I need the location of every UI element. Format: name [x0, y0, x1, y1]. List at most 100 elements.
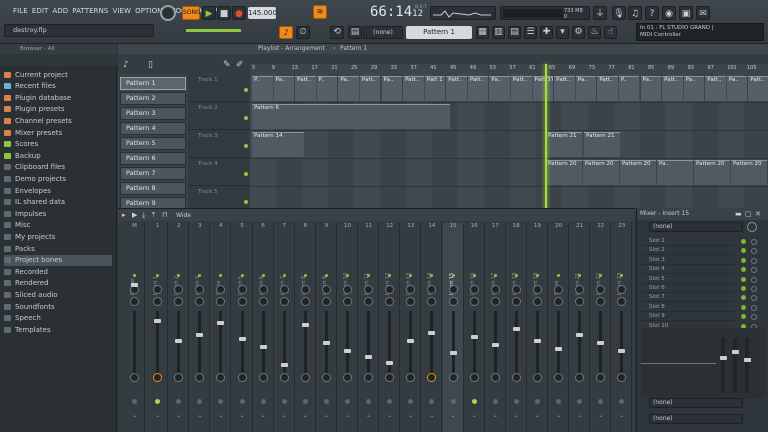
playlist-clip[interactable]: Patt..: [403, 76, 424, 101]
mixer-strip[interactable]: 3Insert 3⌃: [189, 223, 211, 432]
pattern-item[interactable]: Pattern 2: [120, 92, 186, 105]
stereo-knob[interactable]: [364, 297, 374, 306]
send-led[interactable]: [176, 399, 182, 404]
stereo-knob[interactable]: [490, 297, 500, 306]
timeline-ruler[interactable]: 5 9 13 17 21 25 29 33 37 41 45 49 53 57 61 65 69 73 77 81 85…: [250, 64, 768, 74]
playlist-clip[interactable]: Pattern 20: [620, 160, 656, 185]
mixer-strip[interactable]: 13 Insert 13 ⌃: [400, 223, 422, 432]
touch-icon[interactable]: ☝: [604, 26, 617, 39]
chevron-up-icon[interactable]: ⌃: [324, 415, 329, 422]
track-header[interactable]: Track 4: [188, 158, 250, 186]
send-led[interactable]: [429, 399, 435, 404]
browser-item[interactable]: Current project: [4, 69, 68, 80]
send-led[interactable]: [387, 399, 393, 404]
track-led[interactable]: [244, 88, 248, 92]
output-selector-2[interactable]: (none): [649, 414, 743, 424]
strip-active-led[interactable]: [303, 274, 307, 277]
plugin-icon[interactable]: ♨: [588, 26, 601, 39]
browser-item[interactable]: Sliced audio: [4, 289, 58, 300]
playlist-clip[interactable]: Patt..: [295, 76, 316, 101]
browser-item[interactable]: Plugin presets: [4, 104, 64, 115]
slot-mix-knob[interactable]: [751, 295, 757, 302]
pattern-item[interactable]: Pattern 1: [120, 77, 186, 90]
chevron-up-icon[interactable]: ⌃: [282, 415, 287, 422]
strip-active-led[interactable]: [324, 274, 328, 277]
track-led[interactable]: [244, 116, 248, 120]
strip-active-led[interactable]: [261, 274, 265, 277]
playhead[interactable]: [545, 64, 547, 210]
menu-view[interactable]: VIEW: [112, 7, 131, 15]
slot-enable-led[interactable]: [741, 304, 746, 310]
song-mode-toggle[interactable]: SONG: [182, 6, 201, 20]
volume-fader[interactable]: [386, 361, 394, 365]
pattern-item[interactable]: Pattern 8: [120, 182, 186, 195]
pan-knob[interactable]: [448, 285, 458, 294]
stereo-knob[interactable]: [554, 297, 563, 306]
send-led[interactable]: [260, 399, 266, 404]
pattern-item[interactable]: Pattern 3: [120, 107, 186, 120]
route-knob[interactable]: [321, 373, 331, 382]
playlist-clip[interactable]: P..: [618, 76, 640, 101]
pan-knob[interactable]: [237, 285, 247, 294]
metronome-icon[interactable]: ♪: [279, 26, 293, 39]
volume-fader[interactable]: [280, 363, 288, 367]
mixer-strip[interactable]: 10 Insert 10 ⌃: [337, 223, 358, 432]
effect-slot[interactable]: Slot 4: [641, 266, 735, 275]
send-led[interactable]: [281, 399, 287, 404]
mixer-strip[interactable]: 1Insert 1⌃: [147, 223, 169, 432]
mixer-strip[interactable]: 5Insert 5⌃: [232, 223, 253, 432]
channel-rack-icon[interactable]: ▤: [508, 26, 521, 39]
track-header[interactable]: Track 2: [188, 102, 250, 130]
chevron-up-icon[interactable]: ⌃: [176, 415, 181, 422]
playlist-clip[interactable]: Pa..: [489, 76, 510, 101]
track-led[interactable]: [244, 144, 248, 148]
effect-slot[interactable]: Slot 1: [641, 238, 735, 246]
effect-slot[interactable]: Slot 9: [641, 313, 735, 322]
playlist-clip[interactable]: Pattern 20: [583, 160, 619, 185]
route-knob[interactable]: [216, 373, 226, 382]
blend-notes-icon[interactable]: ≋: [313, 5, 327, 19]
route-knob[interactable]: [195, 373, 205, 382]
master-pitch-slider[interactable]: [186, 29, 241, 32]
volume-fader[interactable]: [512, 327, 520, 331]
browser-icon[interactable]: ▾: [556, 26, 569, 39]
browser-item[interactable]: Packs: [4, 243, 35, 254]
send-led[interactable]: [556, 399, 561, 404]
volume-fader[interactable]: [131, 283, 138, 287]
help-icon[interactable]: ?: [645, 6, 659, 20]
volume-fader[interactable]: [154, 319, 162, 323]
mixer-strip[interactable]: 21 Insert 21 ⌃: [569, 223, 591, 432]
effect-slot[interactable]: Slot 8: [641, 304, 735, 312]
track-header[interactable]: Track 3: [188, 130, 250, 158]
snap-selector[interactable]: (none): [363, 26, 403, 39]
slot-mix-knob[interactable]: [751, 248, 757, 255]
pan-knob[interactable]: [300, 285, 310, 294]
send-led[interactable]: [218, 399, 224, 404]
playlist-clip[interactable]: Patt..: [705, 76, 726, 101]
effect-slot[interactable]: Slot 5: [641, 276, 735, 284]
browser-item[interactable]: Clipboard files: [4, 162, 65, 173]
volume-fader[interactable]: [533, 339, 541, 343]
playlist-icon[interactable]: ▦: [476, 26, 489, 39]
volume-fader[interactable]: [597, 341, 605, 345]
mixer-strip[interactable]: 12 Insert 12 ⌃: [379, 223, 401, 432]
track-header[interactable]: Track 1: [188, 74, 250, 102]
chevron-up-icon[interactable]: ⌃: [303, 415, 308, 422]
route-knob[interactable]: [511, 373, 521, 382]
volume-fader[interactable]: [491, 343, 499, 347]
send-led[interactable]: [577, 399, 583, 404]
mixer-strip[interactable]: 2Insert 2⌃: [168, 223, 190, 432]
slot-enable-led[interactable]: [741, 248, 746, 254]
tempo-display[interactable]: 145.000: [248, 7, 277, 19]
playlist-clip[interactable]: Pa..: [726, 76, 748, 101]
route-knob[interactable]: [406, 373, 416, 382]
slot-enable-led[interactable]: [741, 267, 746, 273]
route-knob[interactable]: [258, 373, 268, 382]
stereo-knob[interactable]: [174, 297, 184, 306]
web-icon[interactable]: ◉: [662, 6, 676, 20]
volume-fader[interactable]: [344, 349, 351, 353]
send-led[interactable]: [302, 399, 308, 404]
strip-active-led[interactable]: [240, 274, 244, 277]
stereo-knob[interactable]: [448, 297, 458, 306]
mixer-strip[interactable]: 19 Insert 19 ⌃: [527, 223, 548, 432]
